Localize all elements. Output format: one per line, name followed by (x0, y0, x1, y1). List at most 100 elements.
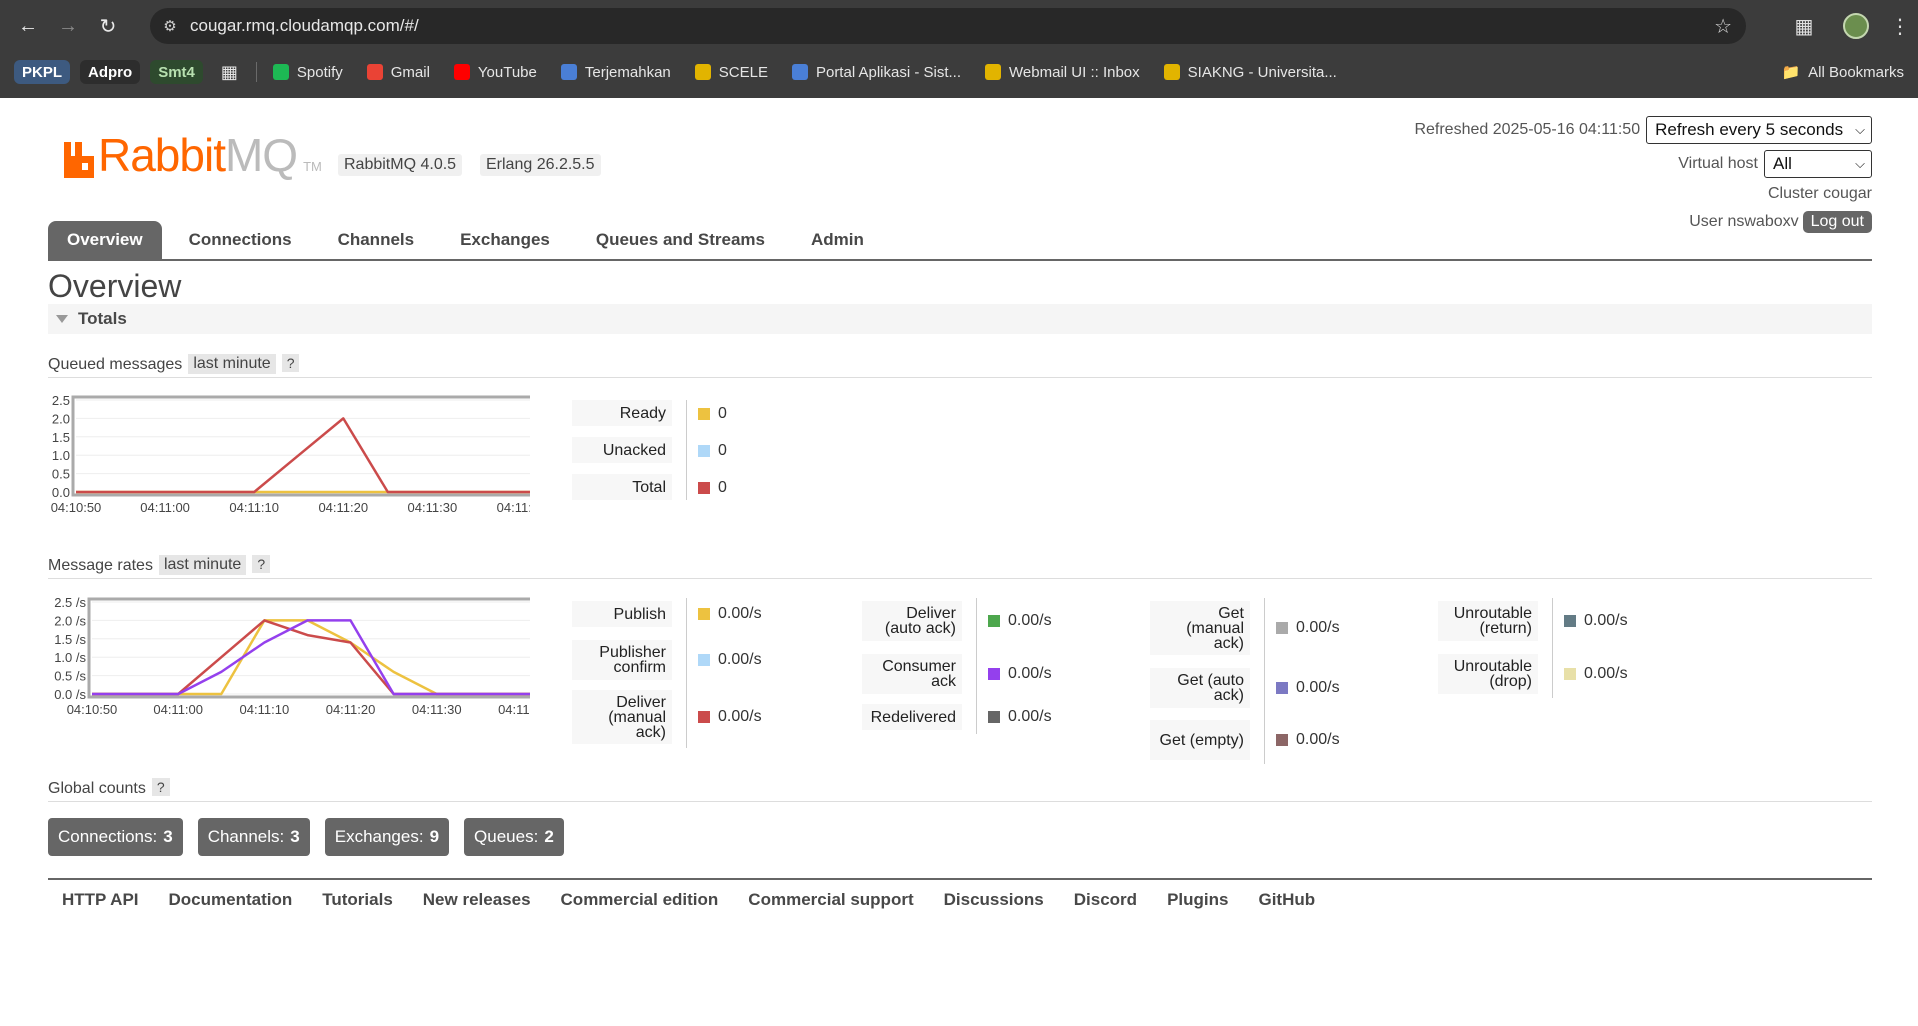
rate-unroutable-drop-label: Unroutable (drop) (1438, 654, 1538, 694)
apps-grid-icon[interactable]: ▦ (213, 59, 246, 85)
rate-get-auto-ack-label: Get (auto ack) (1150, 668, 1250, 708)
tab-channels[interactable]: Channels (319, 221, 434, 259)
totals-section-toggle[interactable]: Totals (48, 304, 1872, 334)
bookmark-chip-adpro[interactable]: Adpro (80, 60, 141, 84)
rabbit-logo-icon (64, 142, 94, 178)
all-bookmarks[interactable]: 📁 All Bookmarks (1781, 56, 1904, 88)
count-value: 3 (163, 827, 173, 846)
footer-link-tutorials[interactable]: Tutorials (322, 890, 393, 910)
queued-unacked-label: Unacked (572, 437, 672, 463)
rate-deliver-auto-ack-value: 0.00/s (988, 612, 1052, 630)
count-value: 9 (429, 827, 440, 846)
tab-exchanges[interactable]: Exchanges (441, 221, 569, 259)
footer-link-commercial-support[interactable]: Commercial support (748, 890, 913, 910)
tab-overview[interactable]: Overview (48, 221, 162, 259)
count-exchanges-button[interactable]: Exchanges: 9 (324, 818, 450, 856)
x-tick-label: 04:11:30 (412, 702, 462, 717)
footer-link-plugins[interactable]: Plugins (1167, 890, 1228, 910)
rates-help-button[interactable]: ? (252, 555, 271, 573)
bookmark-link-0[interactable]: Spotify (265, 59, 351, 85)
stat-value-text: 0.00/s (1008, 612, 1052, 629)
url-text[interactable]: cougar.rmq.cloudamqp.com/#/ (190, 16, 419, 36)
bookmark-label: SIAKNG - Universita... (1187, 63, 1337, 81)
vhost-select[interactable]: All ⌵ (1764, 150, 1872, 178)
stat-value-text: 0.00/s (718, 651, 762, 668)
y-tick-label: 2.5 /s (54, 595, 86, 610)
column-divider (1552, 598, 1553, 698)
count-label: Channels: (207, 827, 285, 846)
vhost-label: Virtual host (1678, 155, 1758, 172)
rate-deliver-auto-ack-label: Deliver (auto ack) (862, 601, 962, 641)
rates-range-selector[interactable]: last minute (158, 555, 247, 575)
footer-link-commercial-edition[interactable]: Commercial edition (561, 890, 719, 910)
bookmark-chip-pkpl[interactable]: PKPL (14, 60, 71, 84)
footer-link-http-api[interactable]: HTTP API (62, 890, 139, 910)
bookmark-link-6[interactable]: Webmail UI :: Inbox (977, 59, 1148, 85)
footer-link-new-releases[interactable]: New releases (423, 890, 531, 910)
y-tick-label: 1.5 (52, 430, 70, 445)
site-info-icon[interactable]: ⚙ (150, 17, 190, 35)
count-label: Queues: (474, 827, 539, 846)
bookmark-link-7[interactable]: SIAKNG - Universita... (1156, 59, 1345, 85)
queued-help-button[interactable]: ? (281, 354, 300, 372)
bookmark-chip-smt4[interactable]: Smt4 (150, 60, 203, 84)
count-connections-button[interactable]: Connections: 3 (48, 818, 183, 856)
queued-range-selector[interactable]: last minute (188, 354, 276, 374)
count-queues-button[interactable]: Queues: 2 (464, 818, 564, 856)
footer-link-documentation[interactable]: Documentation (169, 890, 293, 910)
stat-value-text: 0.00/s (1584, 665, 1628, 682)
tab-connections[interactable]: Connections (170, 221, 311, 259)
queued-unacked-value: 0 (698, 442, 727, 460)
global-counts: Connections: 3 Channels: 3 Exchanges: 9 Queues… (48, 818, 579, 856)
bookmark-separator (255, 62, 257, 82)
legend-swatch (698, 608, 710, 620)
bookmark-link-1[interactable]: Gmail (359, 59, 438, 85)
tab-queues-and-streams[interactable]: Queues and Streams (577, 221, 784, 259)
stat-value-text: 0 (718, 479, 727, 496)
footer-link-github[interactable]: GitHub (1258, 890, 1315, 910)
count-value: 3 (290, 827, 300, 846)
bookmark-link-4[interactable]: SCELE (687, 59, 776, 85)
rate-get-manual-ack-value: 0.00/s (1276, 619, 1340, 637)
plot-frame (71, 395, 530, 497)
footer-links: HTTP API Documentation Tutorials New releas… (48, 878, 1872, 910)
favicon-icon (1163, 64, 1180, 80)
forward-icon[interactable]: → (48, 6, 88, 46)
y-tick-label: 2.0 /s (54, 613, 86, 628)
rate-get-empty-label: Get (empty) (1150, 720, 1250, 760)
back-icon[interactable]: ← (8, 6, 48, 46)
stat-value-text: 0.00/s (1008, 708, 1052, 725)
bookmark-label: Gmail (390, 63, 430, 81)
legend-swatch (698, 654, 710, 666)
column-divider (1264, 598, 1265, 764)
rate-publisher-confirm-value: 0.00/s (698, 651, 762, 669)
count-value: 2 (544, 827, 554, 846)
legend-swatch (698, 482, 710, 494)
bookmark-link-5[interactable]: Portal Aplikasi - Sist... (784, 59, 969, 85)
menu-kebab-icon[interactable]: ⋮ (1882, 14, 1918, 39)
y-tick-label: 2.0 (52, 411, 70, 426)
collapse-triangle-icon (56, 315, 68, 323)
reload-icon[interactable]: ↻ (88, 6, 128, 46)
refreshed-timestamp: Refreshed 2025-05-16 04:11:50 (1414, 121, 1641, 138)
footer-link-discussions[interactable]: Discussions (944, 890, 1044, 910)
rabbitmq-logo[interactable]: RabbitMQ TM (62, 132, 322, 178)
bookmark-link-3[interactable]: Terjemahkan (553, 59, 679, 85)
count-channels-button[interactable]: Channels: 3 (197, 818, 310, 856)
queued-total-label: Total (572, 474, 672, 500)
extensions-icon[interactable]: ▦ (1778, 14, 1830, 39)
global-counts-help-button[interactable]: ? (151, 778, 170, 796)
footer-link-discord[interactable]: Discord (1074, 890, 1137, 910)
profile-avatar[interactable] (1830, 13, 1882, 39)
refresh-interval-select[interactable]: Refresh every 5 seconds ⌵ (1646, 116, 1872, 144)
address-bar[interactable]: ⚙ cougar.rmq.cloudamqp.com/#/ ☆ (150, 8, 1746, 44)
tab-admin[interactable]: Admin (792, 221, 883, 259)
rate-unroutable-return-label: Unroutable (return) (1438, 601, 1538, 641)
stat-value-text: 0.00/s (1296, 679, 1340, 696)
bookmark-link-2[interactable]: YouTube (446, 59, 545, 85)
bookmark-star-icon[interactable]: ☆ (1714, 14, 1732, 39)
x-tick-label: 04:11:20 (326, 702, 376, 717)
section-title: Totals (78, 309, 127, 328)
rabbitmq-page: RabbitMQ TM RabbitMQ 4.0.5 Erlang 26.2.5… (0, 98, 1918, 1026)
stat-value-text: 0.00/s (1296, 619, 1340, 636)
